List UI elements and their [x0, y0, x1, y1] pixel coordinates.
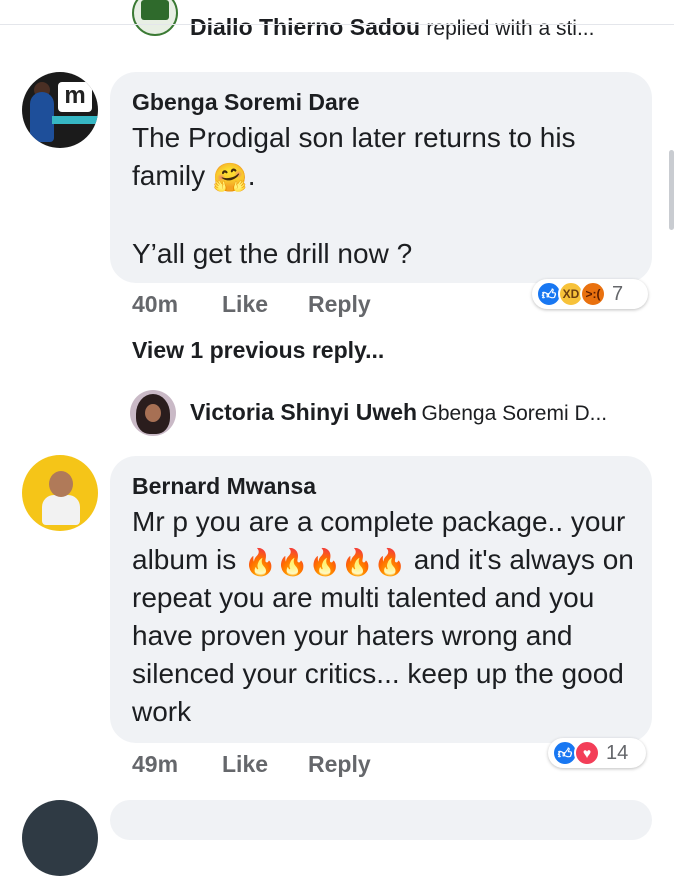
fire-emoji: 🔥 [244, 546, 277, 577]
fire-emoji: 🔥 [373, 546, 406, 577]
comment-author-name[interactable]: Gbenga Soremi Dare [132, 88, 360, 116]
comment-text: The Prodigal son later returns to his fa… [132, 119, 632, 197]
angry-icon: >:( [580, 281, 606, 307]
comment-bubble [110, 800, 652, 840]
reply-preview-text: replied with a sti... [426, 17, 595, 40]
love-icon: ♥ [574, 740, 600, 766]
fire-emoji: 🔥 [276, 546, 309, 577]
reply-preview-text: Gbenga Soremi D... [421, 402, 608, 425]
like-button[interactable]: Like [222, 750, 268, 778]
reply-button[interactable]: Reply [308, 290, 371, 318]
reaction-count: 7 [612, 282, 624, 305]
reply-preview-row[interactable]: Victoria Shinyi Uweh Gbenga Soremi D... [190, 398, 607, 430]
reactions-summary[interactable]: 👍︎ XD >:( 7 [532, 279, 648, 309]
divider [0, 24, 674, 25]
collapsed-reply-row[interactable]: Diallo Thierno Sadou replied with a sti.… [190, 14, 594, 42]
avatar[interactable]: m [22, 72, 98, 148]
hugging-face-emoji: 🤗 [212, 161, 248, 193]
comment-author-name[interactable]: Bernard Mwansa [132, 472, 316, 500]
comment-text: Mr p you are a complete package.. your a… [132, 506, 634, 727]
reply-author-name[interactable]: Victoria Shinyi Uweh [190, 399, 417, 425]
view-previous-replies-link[interactable]: View 1 previous reply... [132, 336, 384, 364]
reply-button[interactable]: Reply [308, 750, 371, 778]
avatar[interactable] [130, 390, 176, 436]
scrollbar[interactable] [669, 150, 674, 230]
comment-timestamp[interactable]: 40m [132, 290, 178, 318]
reactions-summary[interactable]: 👍︎ ♥ 14 [548, 738, 646, 768]
comment-text-line: Y’all get the drill now ? [132, 238, 413, 269]
reaction-count: 14 [606, 741, 629, 764]
fire-emoji: 🔥 [308, 546, 342, 577]
avatar[interactable] [132, 0, 178, 36]
avatar[interactable] [22, 800, 98, 876]
comment-timestamp[interactable]: 49m [132, 750, 178, 778]
avatar[interactable] [22, 455, 98, 531]
reply-author-name[interactable]: Diallo Thierno Sadou [190, 14, 420, 40]
like-button[interactable]: Like [222, 290, 268, 318]
fire-emoji: 🔥 [341, 546, 374, 577]
